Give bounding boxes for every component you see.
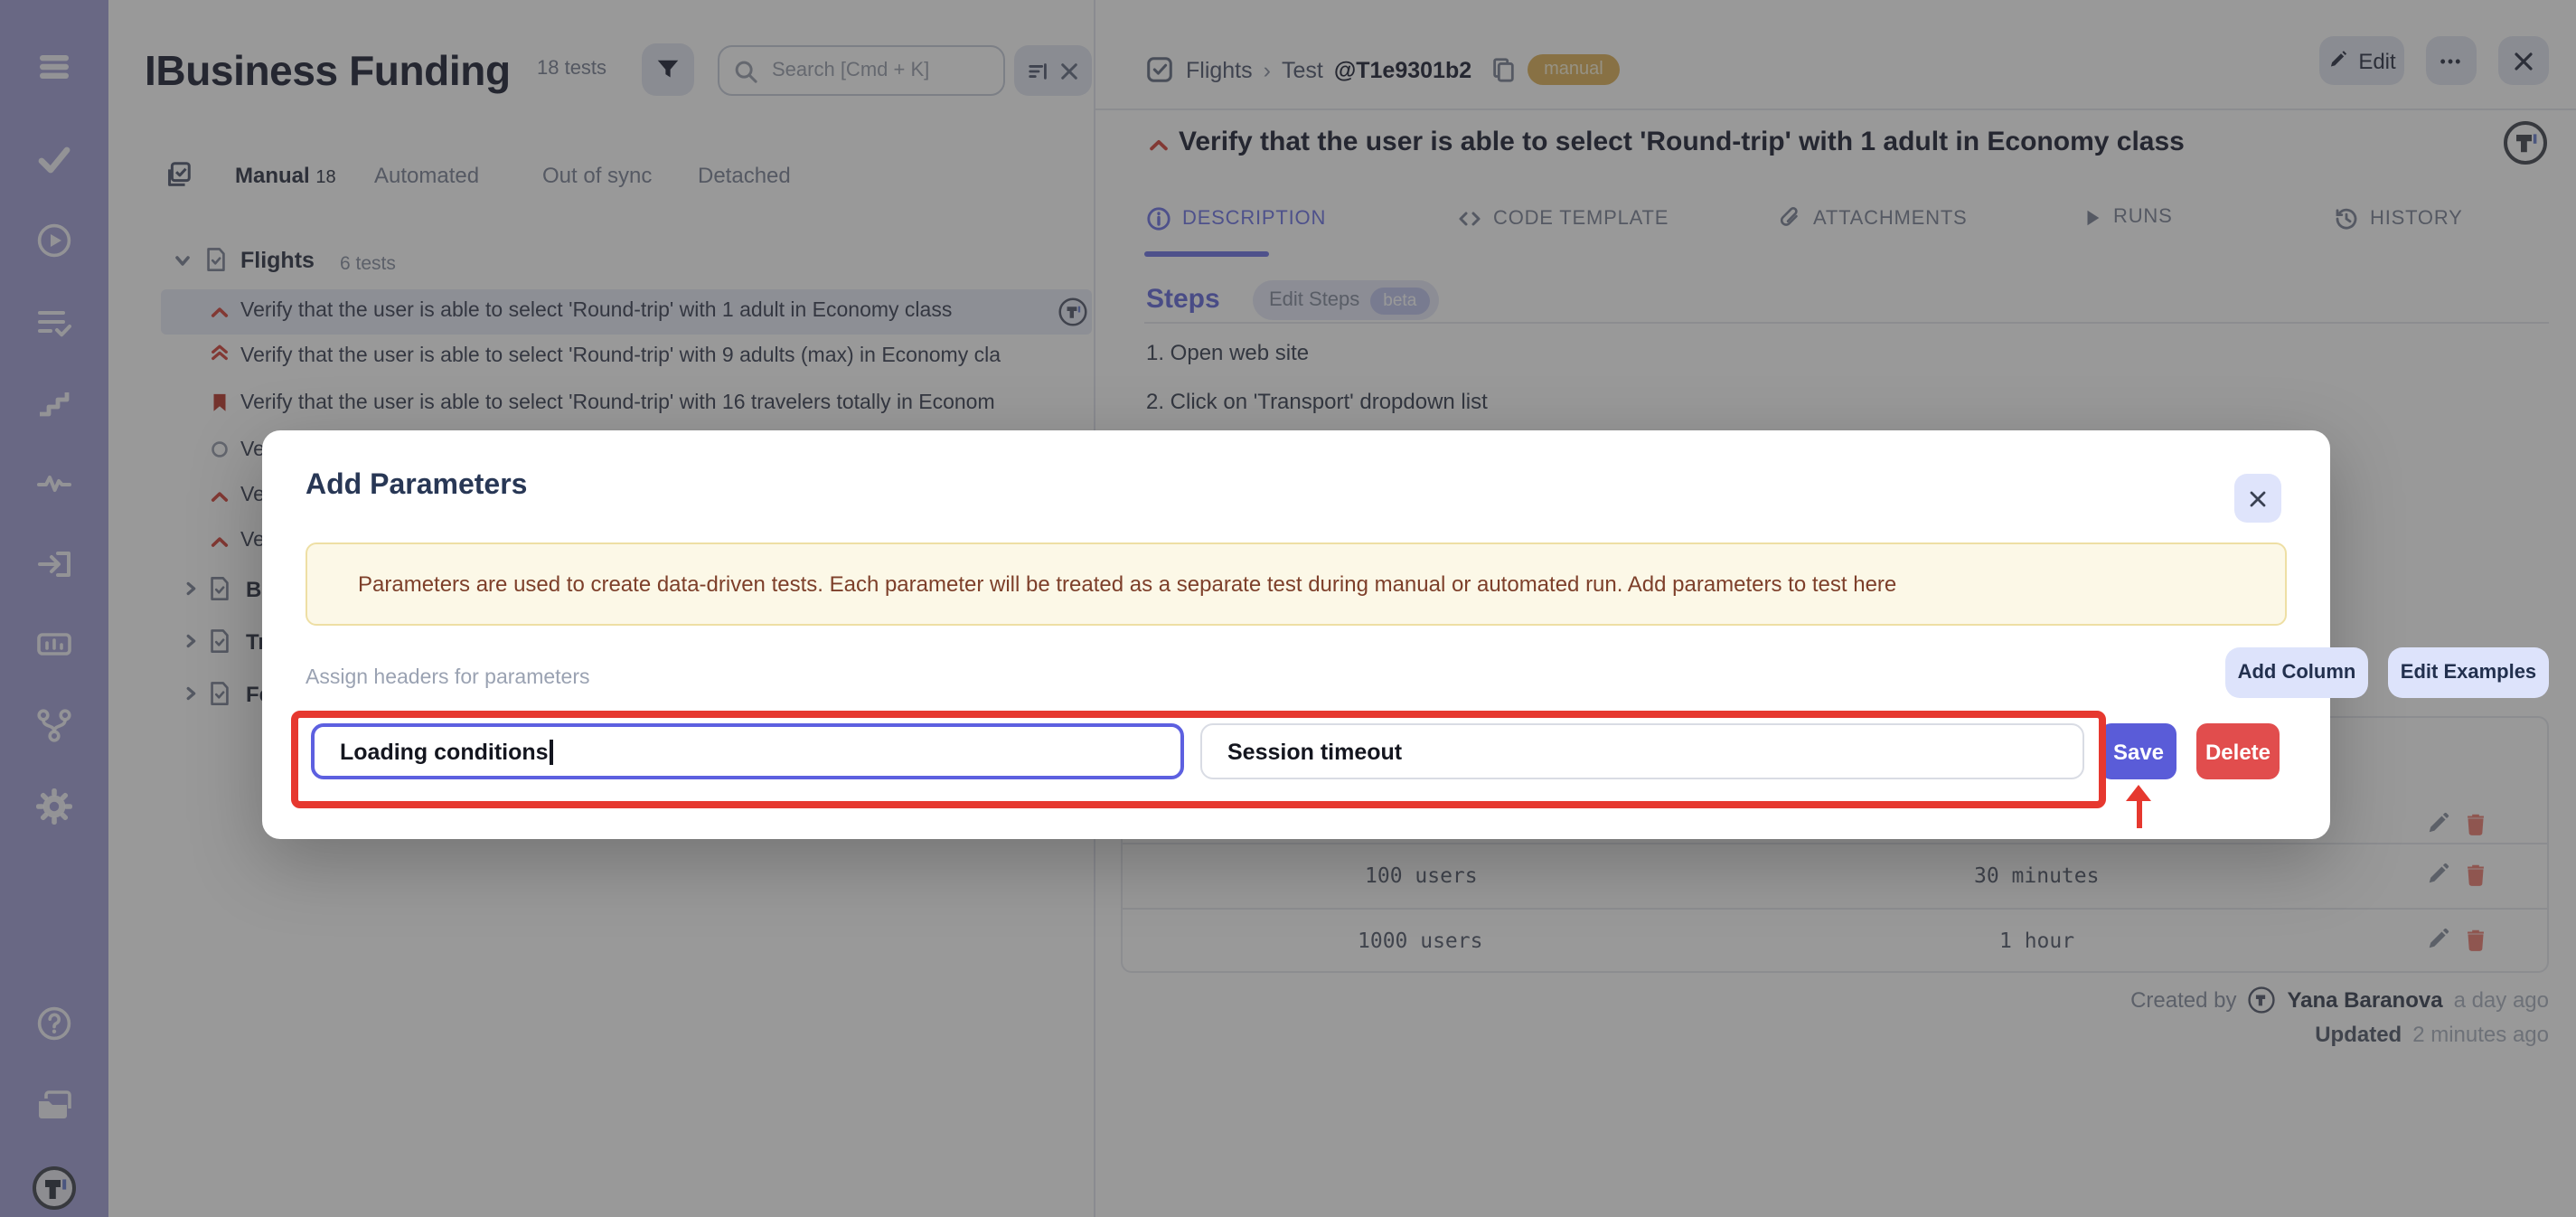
modal-close-button[interactable] bbox=[2234, 474, 2281, 523]
app-root: IBusiness Funding 18 tests Manual 18 Aut… bbox=[0, 0, 2576, 1217]
annotation-highlight-rect bbox=[291, 711, 2106, 808]
annotation-arrow-stem bbox=[2136, 799, 2141, 828]
info-banner-text: Parameters are used to create data-drive… bbox=[358, 571, 1896, 597]
save-button[interactable]: Save bbox=[2101, 723, 2176, 779]
close-icon bbox=[2247, 487, 2269, 509]
modal-title: Add Parameters bbox=[306, 470, 527, 503]
info-banner: Parameters are used to create data-drive… bbox=[306, 542, 2287, 626]
delete-button[interactable]: Delete bbox=[2196, 723, 2280, 779]
edit-examples-button[interactable]: Edit Examples bbox=[2388, 647, 2549, 698]
add-column-button[interactable]: Add Column bbox=[2225, 647, 2368, 698]
assign-headers-label: Assign headers for parameters bbox=[306, 667, 590, 689]
